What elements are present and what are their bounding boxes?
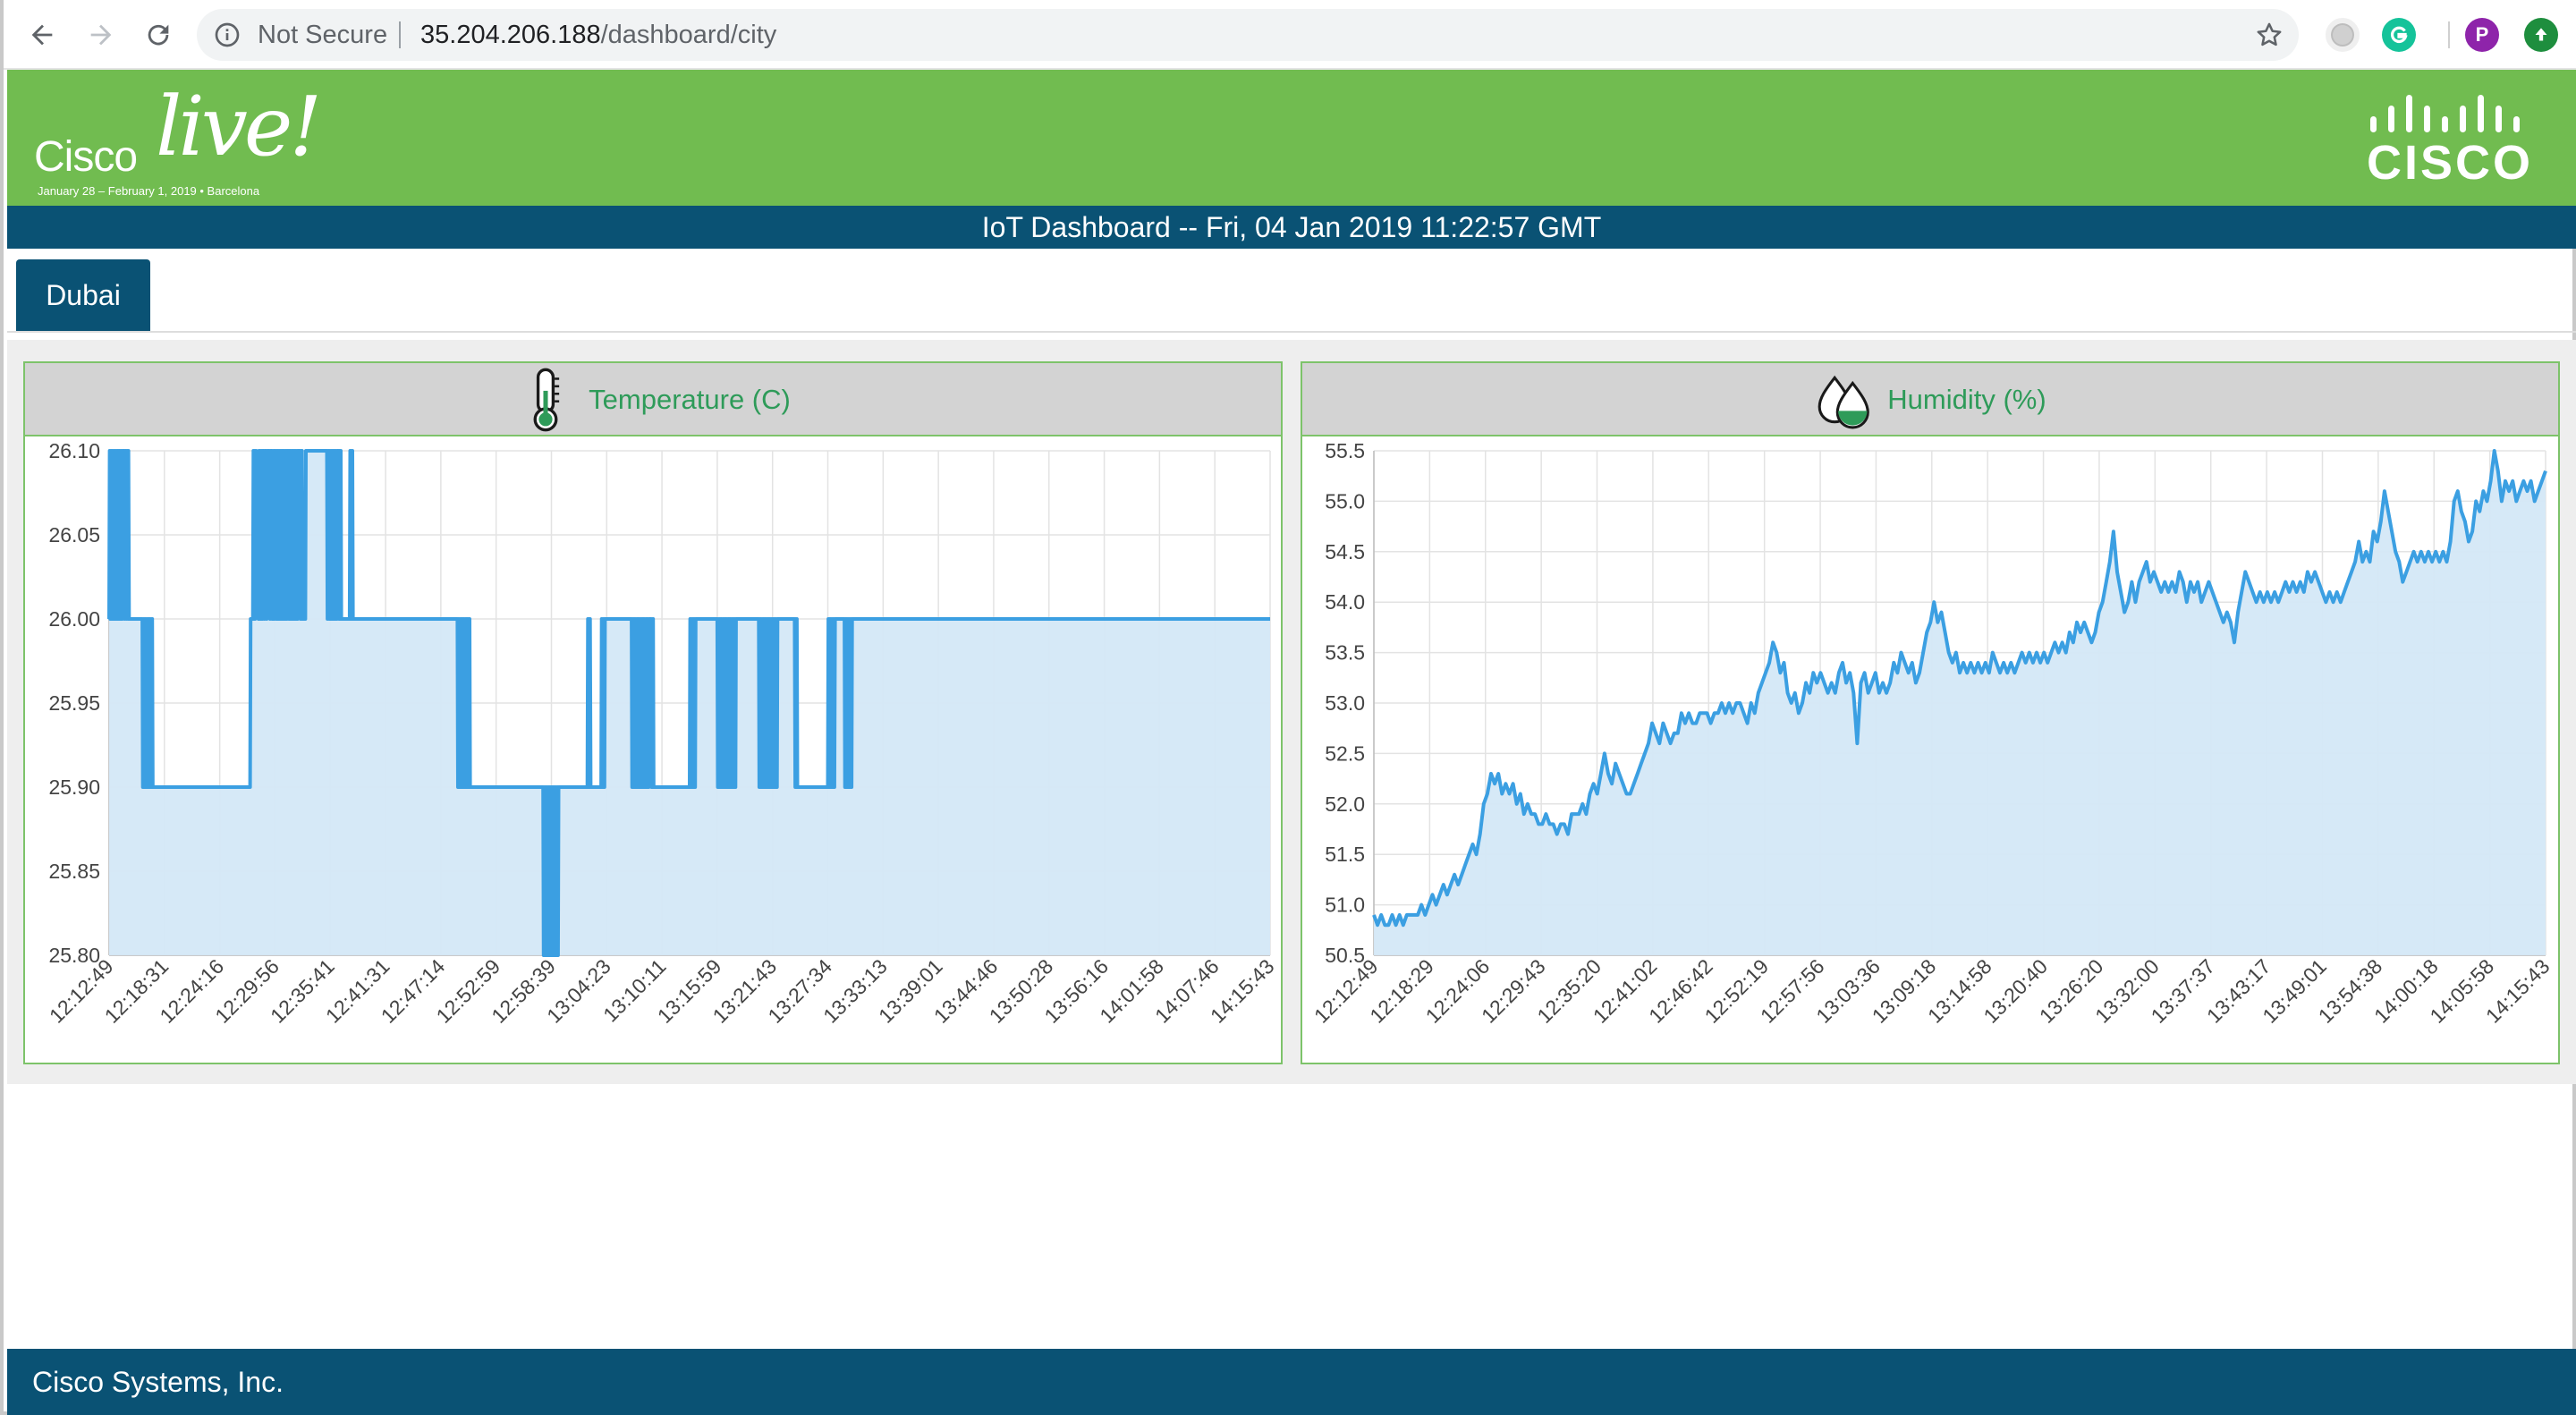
update-icon[interactable] — [2524, 18, 2558, 52]
humidity-y-tick: 53.0 — [1325, 691, 1365, 715]
humidity-y-tick: 53.5 — [1325, 641, 1365, 665]
event-dates: January 28 – February 1, 2019 • Barcelon… — [38, 184, 260, 198]
site-header: Cisco live! January 28 – February 1, 201… — [7, 70, 2576, 206]
temperature-panel-header: Temperature (C) — [25, 363, 1281, 436]
forward-button[interactable] — [79, 13, 123, 57]
reload-icon — [148, 24, 169, 46]
city-tabs: Dubai — [7, 249, 2576, 333]
extension-circle-icon[interactable] — [2326, 18, 2360, 52]
temperature-y-tick: 26.00 — [48, 607, 100, 631]
logo-live-text: live! — [156, 79, 322, 174]
bookmark-star-icon[interactable] — [2254, 20, 2284, 50]
logo-brand-text: Cisco — [34, 133, 138, 181]
humidity-panel: Humidity (%) 55.5 55.0 54.5 54.0 53.5 53.0 52.… — [1301, 361, 2560, 1064]
humidity-y-tick: 55.5 — [1325, 439, 1365, 462]
temperature-y-tick: 25.95 — [48, 691, 100, 715]
cisco-bridge-icon — [2370, 95, 2520, 132]
humidity-y-tick: 54.5 — [1325, 540, 1365, 563]
url-host: 35.204.206.188 — [420, 21, 601, 49]
humidity-y-tick: 51.5 — [1325, 843, 1365, 866]
address-divider — [399, 21, 401, 48]
humidity-chart: 55.5 55.0 54.5 54.0 53.5 53.0 52.5 52.0 51.5 51.0… — [1309, 439, 2555, 1028]
arrow-right-icon — [90, 24, 112, 46]
browser-toolbar: Not Secure 35.204.206.188/dashboard/city… — [4, 0, 2576, 70]
browser-window: Not Secure 35.204.206.188/dashboard/city… — [0, 0, 2576, 1415]
temperature-chart: 26.1026.0526.0025.9525.9025.8525.8012:12… — [45, 439, 1279, 1028]
humidity-y-tick: 52.0 — [1325, 792, 1365, 816]
site-footer: Cisco Systems, Inc. — [7, 1349, 2576, 1415]
humidity-y-tick: 51.0 — [1325, 894, 1365, 917]
url-path: /dashboard/city — [600, 21, 777, 49]
humidity-panel-header: Humidity (%) — [1302, 363, 2558, 436]
temperature-y-tick: 26.10 — [48, 439, 100, 462]
profile-avatar[interactable]: P — [2465, 18, 2499, 52]
humidity-panel-title: Humidity (%) — [1887, 384, 2046, 415]
back-button[interactable] — [20, 13, 64, 57]
dashboard-title: IoT Dashboard -- Fri, 04 Jan 2019 11:22:… — [7, 206, 2576, 249]
grammarly-icon[interactable] — [2382, 18, 2416, 52]
tab-dubai[interactable]: Dubai — [16, 259, 150, 331]
humidity-y-tick: 55.0 — [1325, 489, 1365, 513]
grammarly-g-icon — [2391, 26, 2408, 44]
humidity-y-tick: 54.0 — [1325, 590, 1365, 614]
reload-button[interactable] — [136, 13, 181, 57]
info-icon[interactable] — [213, 21, 242, 49]
temperature-panel-title: Temperature (C) — [589, 384, 791, 415]
cisco-live-logo[interactable]: Cisco live! January 28 – February 1, 201… — [30, 82, 322, 199]
url-text[interactable]: 35.204.206.188/dashboard/city — [420, 9, 776, 61]
thermometer-icon — [533, 368, 560, 432]
cisco-wordmark: CISCO — [2367, 136, 2534, 190]
temperature-y-tick: 25.85 — [48, 860, 100, 883]
temperature-y-tick: 26.05 — [48, 523, 100, 547]
security-label: Not Secure — [258, 21, 388, 49]
toolbar-divider — [2448, 21, 2450, 48]
arrow-up-icon — [2535, 28, 2547, 41]
temperature-panel: Temperature (C) 26.10 26.05 26.00 25.95 25.9… — [23, 361, 1283, 1064]
humidity-y-tick: 52.5 — [1325, 741, 1365, 765]
cisco-logo[interactable]: CISCO — [2367, 91, 2530, 188]
address-bar[interactable]: Not Secure 35.204.206.188/dashboard/city — [197, 9, 2299, 61]
water-drops-icon — [1818, 375, 1870, 429]
arrow-left-icon — [31, 24, 53, 46]
temperature-y-tick: 25.90 — [48, 775, 100, 799]
